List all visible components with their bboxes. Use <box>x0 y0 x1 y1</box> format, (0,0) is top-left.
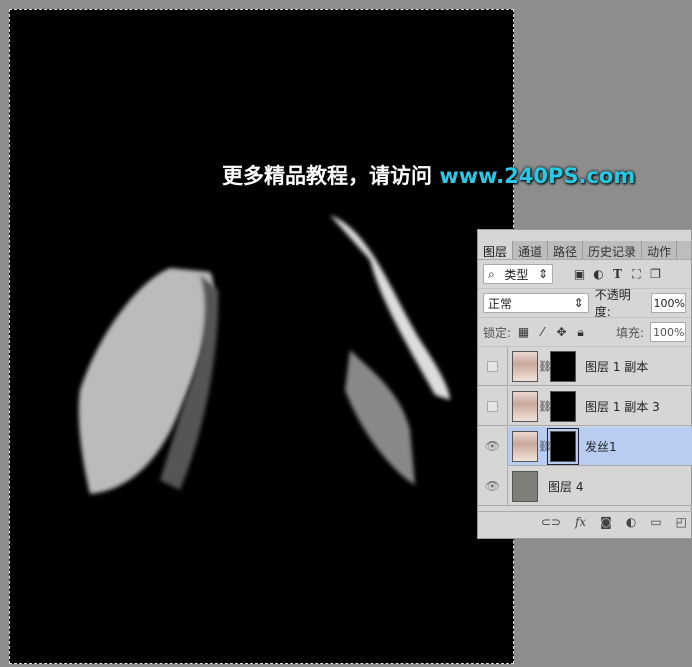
lock-row: 锁定: ▦ ⁄ ✥ 🔒︎ 填充: 100% <box>478 318 691 347</box>
smart-object-filter-icon[interactable]: ❐ <box>649 267 662 281</box>
filter-row: ⌕ 类型 ⇕ ▣ ◐ T ⛶ ❐ <box>478 260 691 289</box>
lock-move-icon[interactable]: ✥ <box>555 325 568 339</box>
lock-transparent-icon[interactable]: ▦ <box>517 325 530 339</box>
layer-mask-thumbnail[interactable] <box>550 350 576 382</box>
tab-paths[interactable]: 路径 <box>548 241 584 259</box>
layer-name: 发丝1 <box>585 439 617 454</box>
watermark-url: www.240PS.com <box>439 164 636 188</box>
layer-name: 图层 1 副本 <box>585 359 649 374</box>
layer-row-selected[interactable]: 👁︎ ⛓ 发丝1 <box>478 426 692 466</box>
layer-thumbnail <box>512 390 538 422</box>
panel-footer: ⊂⊃ fx ◙ ◐ ▭ ◰ <box>478 511 692 531</box>
layer-mask-thumbnail[interactable] <box>547 427 579 465</box>
filter-kind-select[interactable]: ⌕ 类型 ⇕ <box>483 264 553 284</box>
layer-name: 图层 1 副本 3 <box>585 399 660 414</box>
adjustment-filter-icon[interactable]: ◐ <box>592 267 605 281</box>
search-icon: ⌕ <box>488 266 495 281</box>
fill-label: 填充: <box>615 325 644 340</box>
lock-brush-icon[interactable]: ⁄ <box>536 325 549 339</box>
hair-mask-image <box>78 215 450 494</box>
layer-thumbnail <box>512 350 538 382</box>
blend-row: 正常 ⇕ 不透明度: 100% <box>478 288 691 319</box>
layer-row[interactable]: 👁︎ 图层 4 <box>478 466 692 506</box>
link-icon[interactable]: ⛓ <box>538 400 552 413</box>
layers-panel: 图层 通道 路径 历史记录 动作 ⌕ 类型 ⇕ ▣ ◐ T ⛶ ❐ 正常 ⇕ 不透明度… <box>477 229 692 539</box>
lock-all-icon[interactable]: 🔒︎ <box>574 325 587 340</box>
eye-icon[interactable]: 👁︎ <box>485 479 500 493</box>
layer-thumbnail <box>512 470 538 502</box>
image-filter-icon[interactable]: ▣ <box>573 267 586 281</box>
layer-row[interactable]: ⛓ 图层 1 副本 3 <box>478 386 692 426</box>
document-canvas[interactable] <box>9 9 514 664</box>
opacity-input[interactable]: 100% <box>650 293 686 313</box>
tab-layers[interactable]: 图层 <box>478 241 514 259</box>
lock-label: 锁定: <box>483 325 512 340</box>
eye-icon[interactable]: 👁︎ <box>485 439 500 453</box>
link-icon[interactable]: ⛓ <box>538 360 552 373</box>
layer-thumbnail <box>512 430 538 462</box>
spinner-icon: ⇕ <box>573 296 584 310</box>
tab-history[interactable]: 历史记录 <box>583 241 643 259</box>
filter-kind-label: 类型 <box>504 267 529 282</box>
tab-actions[interactable]: 动作 <box>642 241 678 259</box>
layer-row[interactable]: ⛓ 图层 1 副本 <box>478 346 692 386</box>
blend-mode-value: 正常 <box>488 296 513 311</box>
shape-filter-icon[interactable]: ⛶ <box>630 267 643 282</box>
fill-input[interactable]: 100% <box>650 322 686 342</box>
adjustment-icon[interactable]: ◐ <box>626 515 636 529</box>
spinner-icon: ⇕ <box>537 267 548 281</box>
visibility-toggle[interactable] <box>487 400 498 412</box>
opacity-label: 不透明度: <box>594 288 631 319</box>
fx-icon[interactable]: fx <box>575 515 586 529</box>
tab-channels[interactable]: 通道 <box>513 241 549 259</box>
blend-mode-select[interactable]: 正常 ⇕ <box>483 293 589 313</box>
panel-tabs: 图层 通道 路径 历史记录 动作 <box>478 241 691 260</box>
watermark-label: 更多精品教程，请访问 <box>222 164 440 188</box>
type-filter-icon[interactable]: T <box>611 267 624 281</box>
watermark-text: 更多精品教程，请访问 www.240PS.com <box>222 160 635 190</box>
new-layer-icon[interactable]: ◰ <box>676 515 687 529</box>
mask-icon[interactable]: ◙ <box>600 515 612 529</box>
layer-name: 图层 4 <box>548 479 584 494</box>
link-icon[interactable]: ⛓ <box>538 440 552 453</box>
visibility-toggle[interactable] <box>487 360 498 372</box>
layer-mask-thumbnail[interactable] <box>550 390 576 422</box>
link-icon[interactable]: ⊂⊃ <box>541 515 561 529</box>
folder-icon[interactable]: ▭ <box>650 515 661 529</box>
